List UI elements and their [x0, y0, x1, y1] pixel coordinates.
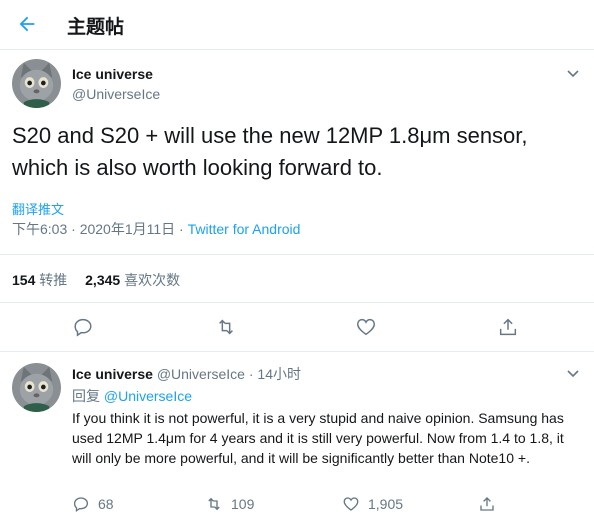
back-arrow-icon[interactable]: [16, 13, 38, 35]
author-handle[interactable]: @UniverseIce: [72, 86, 160, 102]
reply-count: 68: [98, 496, 114, 512]
retweets-count: 154: [12, 272, 36, 288]
likes-count: 2,345: [85, 272, 121, 288]
replying-to: 回复 @UniverseIce: [72, 386, 192, 406]
reply-header: Ice universe @UniverseIce · 14小时: [72, 364, 301, 384]
divider: [0, 302, 594, 303]
tweet-text: S20 and S20 + will use the new 12MP 1.8μ…: [12, 123, 528, 180]
tweet-source-link[interactable]: Twitter for Android: [188, 221, 301, 237]
author-name[interactable]: Ice universe: [72, 66, 153, 82]
chevron-down-icon[interactable]: [565, 365, 581, 381]
translate-tweet-link[interactable]: 翻译推文: [12, 199, 64, 218]
reply-timestamp[interactable]: 14小时: [257, 366, 301, 382]
mention-link[interactable]: @UniverseIce: [104, 388, 192, 404]
reply-author-handle[interactable]: @UniverseIce: [157, 366, 245, 382]
retweet-count: 109: [231, 496, 255, 512]
avatar[interactable]: [12, 363, 61, 412]
divider: [0, 351, 594, 352]
share-button[interactable]: [478, 495, 504, 513]
tweet-stats: 154 转推 2,345 喜欢次数: [12, 270, 194, 290]
reply-author-name[interactable]: Ice universe: [72, 366, 153, 382]
tweet-meta: 下午6:03 · 2020年1月11日 · Twitter for Androi…: [12, 219, 300, 239]
reply-text: If you think it is not powerful, it is a…: [72, 410, 564, 466]
reply-icon[interactable]: [72, 316, 94, 338]
separator-dot: ·: [248, 366, 254, 382]
retweets-stat[interactable]: 154 转推: [12, 272, 67, 288]
share-icon[interactable]: [497, 316, 519, 338]
like-button[interactable]: 1,905: [342, 495, 403, 513]
share-icon: [480, 497, 494, 511]
likes-stat[interactable]: 2,345 喜欢次数: [85, 272, 180, 288]
tweet-timestamp[interactable]: 下午6:03 · 2020年1月11日 ·: [12, 221, 188, 237]
retweet-icon[interactable]: [215, 316, 237, 338]
retweets-label: 转推: [39, 272, 68, 288]
chevron-down-icon[interactable]: [565, 65, 581, 81]
page-title: 主题帖: [67, 17, 125, 38]
avatar[interactable]: [12, 59, 61, 108]
like-icon[interactable]: [355, 316, 377, 338]
like-count: 1,905: [368, 496, 404, 512]
retweet-icon: [208, 497, 220, 511]
replying-prefix: 回复: [72, 388, 104, 404]
divider: [0, 254, 594, 255]
reply-icon: [73, 497, 89, 513]
top-bar: 主题帖: [0, 0, 594, 50]
like-icon: [343, 497, 359, 511]
retweet-button[interactable]: 109: [205, 495, 254, 513]
reply-button[interactable]: 68: [72, 495, 114, 513]
likes-label: 喜欢次数: [124, 272, 181, 288]
